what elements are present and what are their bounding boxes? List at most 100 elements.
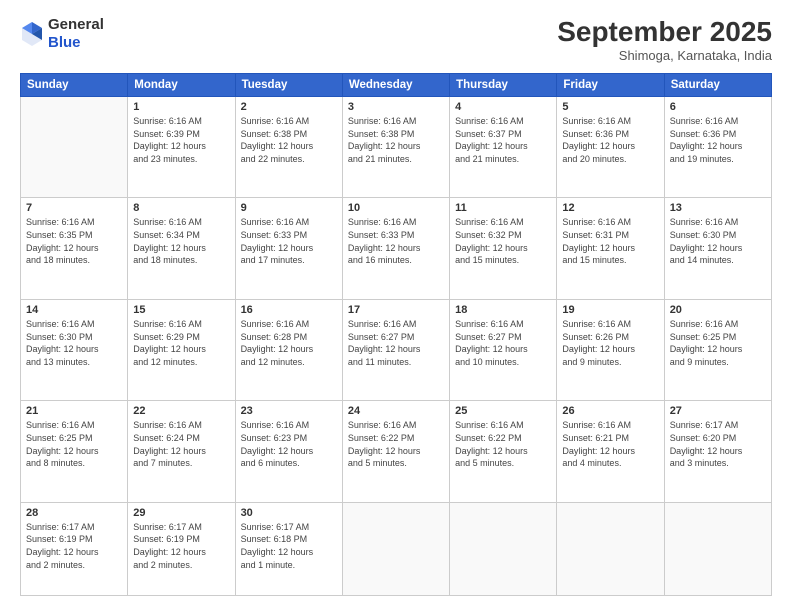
day-info: Sunrise: 6:16 AM Sunset: 6:34 PM Dayligh… xyxy=(133,216,229,266)
calendar-day-header: Saturday xyxy=(664,74,771,97)
day-info: Sunrise: 6:16 AM Sunset: 6:28 PM Dayligh… xyxy=(241,318,337,368)
calendar-cell: 25 Sunrise: 6:16 AM Sunset: 6:22 PM Dayli… xyxy=(450,401,557,502)
calendar-cell: 13Sunrise: 6:16 AM Sunset: 6:30 PM Dayli… xyxy=(664,198,771,299)
calendar-cell: 2 Sunrise: 6:16 AM Sunset: 6:38 PM Daylig… xyxy=(235,97,342,198)
calendar-cell: 11 Sunrise: 6:16 AM Sunset: 6:32 PM Dayli… xyxy=(450,198,557,299)
calendar-cell: 14Sunrise: 6:16 AM Sunset: 6:30 PM Dayli… xyxy=(21,299,128,400)
calendar-cell: 26 Sunrise: 6:16 AM Sunset: 6:21 PM Dayli… xyxy=(557,401,664,502)
day-number: 22 xyxy=(133,405,229,417)
day-number: 26 xyxy=(562,405,658,417)
calendar-cell: 8 Sunrise: 6:16 AM Sunset: 6:34 PM Daylig… xyxy=(128,198,235,299)
day-info: Sunrise: 6:16 AM Sunset: 6:33 PM Dayligh… xyxy=(348,216,444,266)
day-info: Sunrise: 6:16 AM Sunset: 6:32 PM Dayligh… xyxy=(455,216,551,266)
calendar-cell: 17 Sunrise: 6:16 AM Sunset: 6:27 PM Dayli… xyxy=(342,299,449,400)
calendar-cell: 12 Sunrise: 6:16 AM Sunset: 6:31 PM Dayli… xyxy=(557,198,664,299)
day-number: 12 xyxy=(562,202,658,214)
calendar-cell: 16 Sunrise: 6:16 AM Sunset: 6:28 PM Dayli… xyxy=(235,299,342,400)
title-section: September 2025 Shimoga, Karnataka, India xyxy=(557,16,772,63)
logo: General Blue xyxy=(20,16,104,52)
day-info: Sunrise: 6:16 AM Sunset: 6:30 PM Dayligh… xyxy=(26,318,122,368)
day-info: Sunrise: 6:16 AM Sunset: 6:36 PM Dayligh… xyxy=(670,115,766,165)
day-number: 9 xyxy=(241,202,337,214)
calendar-cell: 15 Sunrise: 6:16 AM Sunset: 6:29 PM Dayli… xyxy=(128,299,235,400)
day-info: Sunrise: 6:16 AM Sunset: 6:36 PM Dayligh… xyxy=(562,115,658,165)
calendar-cell: 4 Sunrise: 6:16 AM Sunset: 6:37 PM Daylig… xyxy=(450,97,557,198)
calendar-cell xyxy=(342,502,449,595)
day-info: Sunrise: 6:16 AM Sunset: 6:37 PM Dayligh… xyxy=(455,115,551,165)
day-info: Sunrise: 6:16 AM Sunset: 6:35 PM Dayligh… xyxy=(26,216,122,266)
day-number: 29 xyxy=(133,507,229,519)
calendar-cell: 27Sunrise: 6:17 AM Sunset: 6:20 PM Dayli… xyxy=(664,401,771,502)
day-number: 19 xyxy=(562,304,658,316)
calendar-day-header: Sunday xyxy=(21,74,128,97)
day-number: 1 xyxy=(133,101,229,113)
day-number: 7 xyxy=(26,202,122,214)
day-info: Sunrise: 6:16 AM Sunset: 6:31 PM Dayligh… xyxy=(562,216,658,266)
calendar-cell: 5 Sunrise: 6:16 AM Sunset: 6:36 PM Daylig… xyxy=(557,97,664,198)
calendar-cell: 20 Sunrise: 6:16 AM Sunset: 6:25 PM Dayli… xyxy=(664,299,771,400)
day-number: 8 xyxy=(133,202,229,214)
calendar-cell xyxy=(664,502,771,595)
day-number: 30 xyxy=(241,507,337,519)
day-number: 17 xyxy=(348,304,444,316)
day-info: Sunrise: 6:16 AM Sunset: 6:27 PM Dayligh… xyxy=(455,318,551,368)
day-info: Sunrise: 6:16 AM Sunset: 6:33 PM Dayligh… xyxy=(241,216,337,266)
day-info: Sunrise: 6:17 AM Sunset: 6:19 PM Dayligh… xyxy=(133,521,229,571)
calendar-cell: 28Sunrise: 6:17 AM Sunset: 6:19 PM Dayli… xyxy=(21,502,128,595)
day-info: Sunrise: 6:16 AM Sunset: 6:22 PM Dayligh… xyxy=(348,419,444,469)
day-info: Sunrise: 6:16 AM Sunset: 6:25 PM Dayligh… xyxy=(26,419,122,469)
day-info: Sunrise: 6:16 AM Sunset: 6:21 PM Dayligh… xyxy=(562,419,658,469)
calendar-cell: 21Sunrise: 6:16 AM Sunset: 6:25 PM Dayli… xyxy=(21,401,128,502)
week-row: 21Sunrise: 6:16 AM Sunset: 6:25 PM Dayli… xyxy=(21,401,772,502)
calendar-day-header: Thursday xyxy=(450,74,557,97)
day-number: 23 xyxy=(241,405,337,417)
day-number: 24 xyxy=(348,405,444,417)
day-number: 18 xyxy=(455,304,551,316)
day-info: Sunrise: 6:16 AM Sunset: 6:38 PM Dayligh… xyxy=(348,115,444,165)
calendar-cell: 30Sunrise: 6:17 AM Sunset: 6:18 PM Dayli… xyxy=(235,502,342,595)
calendar-day-header: Tuesday xyxy=(235,74,342,97)
day-info: Sunrise: 6:16 AM Sunset: 6:39 PM Dayligh… xyxy=(133,115,229,165)
day-info: Sunrise: 6:16 AM Sunset: 6:22 PM Dayligh… xyxy=(455,419,551,469)
day-info: Sunrise: 6:16 AM Sunset: 6:29 PM Dayligh… xyxy=(133,318,229,368)
day-number: 11 xyxy=(455,202,551,214)
day-number: 25 xyxy=(455,405,551,417)
day-info: Sunrise: 6:16 AM Sunset: 6:25 PM Dayligh… xyxy=(670,318,766,368)
logo-text: General Blue xyxy=(48,16,104,52)
day-info: Sunrise: 6:16 AM Sunset: 6:38 PM Dayligh… xyxy=(241,115,337,165)
day-number: 20 xyxy=(670,304,766,316)
calendar-cell: 19 Sunrise: 6:16 AM Sunset: 6:26 PM Dayli… xyxy=(557,299,664,400)
day-number: 5 xyxy=(562,101,658,113)
page: General Blue September 2025 Shimoga, Kar… xyxy=(0,0,792,612)
day-number: 16 xyxy=(241,304,337,316)
day-info: Sunrise: 6:16 AM Sunset: 6:30 PM Dayligh… xyxy=(670,216,766,266)
location-subtitle: Shimoga, Karnataka, India xyxy=(557,48,772,63)
calendar-cell: 29 Sunrise: 6:17 AM Sunset: 6:19 PM Dayli… xyxy=(128,502,235,595)
calendar-day-header: Monday xyxy=(128,74,235,97)
calendar-cell: 10 Sunrise: 6:16 AM Sunset: 6:33 PM Dayli… xyxy=(342,198,449,299)
day-info: Sunrise: 6:16 AM Sunset: 6:23 PM Dayligh… xyxy=(241,419,337,469)
day-number: 15 xyxy=(133,304,229,316)
calendar-cell: 23 Sunrise: 6:16 AM Sunset: 6:23 PM Dayli… xyxy=(235,401,342,502)
week-row: 14Sunrise: 6:16 AM Sunset: 6:30 PM Dayli… xyxy=(21,299,772,400)
day-info: Sunrise: 6:17 AM Sunset: 6:19 PM Dayligh… xyxy=(26,521,122,571)
month-title: September 2025 xyxy=(557,16,772,48)
calendar-cell: 22 Sunrise: 6:16 AM Sunset: 6:24 PM Dayli… xyxy=(128,401,235,502)
day-number: 4 xyxy=(455,101,551,113)
day-info: Sunrise: 6:16 AM Sunset: 6:27 PM Dayligh… xyxy=(348,318,444,368)
day-info: Sunrise: 6:16 AM Sunset: 6:24 PM Dayligh… xyxy=(133,419,229,469)
day-number: 3 xyxy=(348,101,444,113)
logo-icon xyxy=(20,20,44,48)
calendar-cell: 24 Sunrise: 6:16 AM Sunset: 6:22 PM Dayli… xyxy=(342,401,449,502)
calendar-table: SundayMondayTuesdayWednesdayThursdayFrid… xyxy=(20,73,772,596)
calendar-cell: 18 Sunrise: 6:16 AM Sunset: 6:27 PM Dayli… xyxy=(450,299,557,400)
week-row: 1 Sunrise: 6:16 AM Sunset: 6:39 PM Daylig… xyxy=(21,97,772,198)
day-number: 10 xyxy=(348,202,444,214)
calendar-header-row: SundayMondayTuesdayWednesdayThursdayFrid… xyxy=(21,74,772,97)
day-info: Sunrise: 6:16 AM Sunset: 6:26 PM Dayligh… xyxy=(562,318,658,368)
calendar-cell: 1 Sunrise: 6:16 AM Sunset: 6:39 PM Daylig… xyxy=(128,97,235,198)
calendar-cell xyxy=(450,502,557,595)
week-row: 28Sunrise: 6:17 AM Sunset: 6:19 PM Dayli… xyxy=(21,502,772,595)
calendar-cell: 3 Sunrise: 6:16 AM Sunset: 6:38 PM Daylig… xyxy=(342,97,449,198)
day-number: 2 xyxy=(241,101,337,113)
